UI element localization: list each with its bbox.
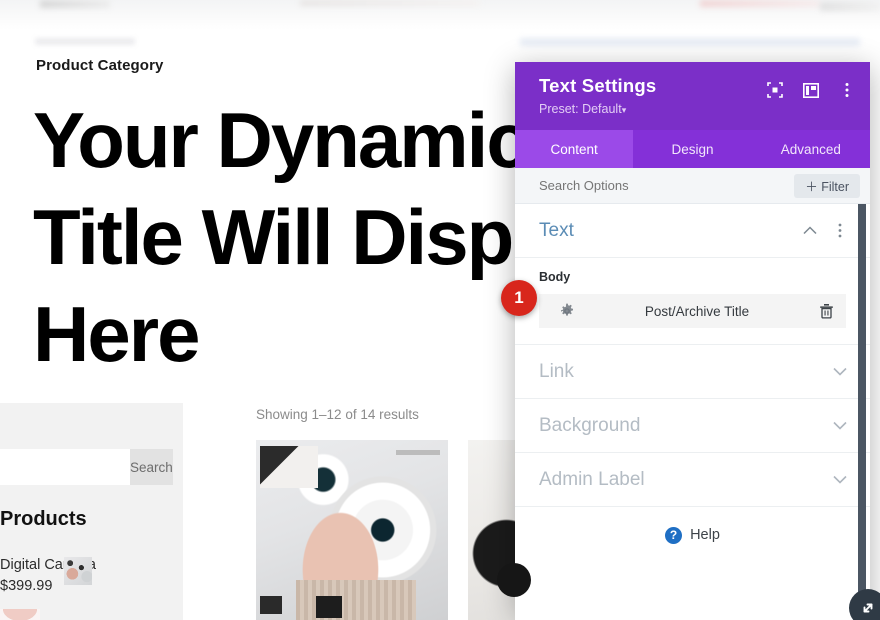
screenshot-root: Product Category Your Dynamic Title Will… (0, 0, 880, 620)
section-header-background[interactable]: Background (515, 399, 870, 453)
shop-sidebar: Search Products Digital Camera $399.99 (0, 403, 183, 620)
sidebar-search-row: Search (0, 449, 173, 485)
modal-body: Text Body Post/Archive Title Link Backgr… (515, 204, 870, 620)
step-badge-1: 1 (501, 280, 537, 316)
section-header-link[interactable]: Link (515, 345, 870, 399)
dynamic-content-value: Post/Archive Title (644, 303, 750, 319)
results-count: Showing 1–12 of 14 results (256, 407, 419, 422)
help-link[interactable]: ? Help (515, 507, 870, 563)
trash-icon[interactable] (819, 303, 834, 319)
product-card[interactable] (256, 440, 448, 620)
modal-header-icons (766, 81, 856, 99)
chevron-down-icon[interactable] (832, 472, 848, 488)
chevron-up-icon[interactable] (802, 223, 818, 239)
section-header-admin-label[interactable]: Admin Label (515, 453, 870, 507)
gear-icon[interactable] (559, 303, 575, 319)
body-field-block: Body Post/Archive Title (515, 258, 870, 345)
page-dark-blob (497, 563, 531, 597)
search-options-input[interactable] (539, 178, 795, 193)
modal-search-bar: ＋ Filter (515, 168, 870, 204)
chevron-down-icon[interactable] (832, 364, 848, 380)
section-header-text[interactable]: Text (515, 204, 870, 258)
list-item[interactable]: Digital Camera $399.99 (0, 555, 180, 601)
field-label-body: Body (539, 270, 571, 284)
split-layout-icon[interactable] (802, 81, 820, 99)
more-options-icon[interactable] (838, 81, 856, 99)
preset-selector[interactable]: Preset: Default▾ (539, 102, 854, 116)
chevron-down-icon[interactable] (832, 418, 848, 434)
page-faint-row (0, 30, 880, 58)
focus-target-icon[interactable] (766, 81, 784, 99)
help-icon: ? (665, 526, 683, 544)
preset-label: Preset: Default (539, 102, 622, 116)
modal-scrollbar[interactable] (858, 204, 866, 620)
section-title-background: Background (539, 414, 641, 436)
search-input[interactable] (0, 449, 130, 485)
page-top-strip (0, 0, 880, 30)
filter-button[interactable]: ＋ Filter (794, 173, 860, 198)
modal-header: Text Settings Preset: Default▾ (515, 62, 870, 130)
resize-handle[interactable] (849, 589, 880, 620)
tab-design[interactable]: Design (633, 130, 751, 168)
text-settings-modal: Text Settings Preset: Default▾ Content D… (501, 62, 870, 620)
search-button[interactable]: Search (130, 449, 173, 485)
sidebar-widget-title: Products (0, 508, 87, 530)
product-category-label: Product Category (36, 57, 164, 74)
section-title-link: Link (539, 360, 574, 382)
product-photo-camera (256, 440, 448, 620)
section-title-text: Text (539, 219, 574, 241)
modal-tabs: Content Design Advanced (515, 130, 870, 168)
dynamic-content-row[interactable]: Post/Archive Title (539, 294, 846, 328)
product-thumbnail (64, 557, 92, 585)
section-more-options-icon[interactable] (832, 223, 848, 239)
chevron-down-icon: ▾ (621, 105, 627, 115)
product-thumbnail-partial (0, 609, 40, 620)
help-label: Help (690, 527, 720, 543)
tab-content[interactable]: Content (515, 130, 634, 168)
section-title-admin-label: Admin Label (539, 468, 645, 490)
tab-advanced[interactable]: Advanced (752, 130, 870, 168)
